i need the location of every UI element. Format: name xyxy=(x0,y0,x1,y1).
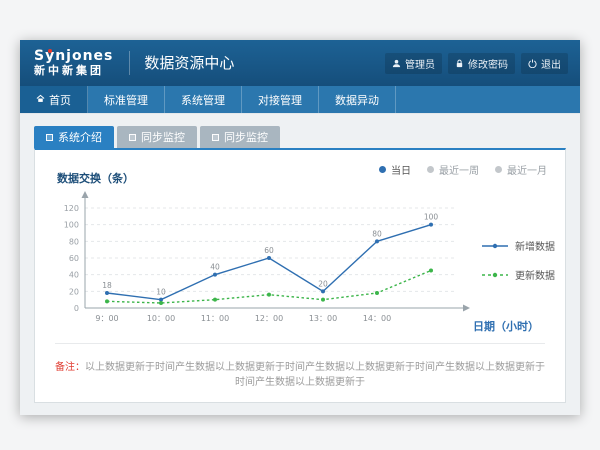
header-actions: 管理员 修改密码 退出 xyxy=(385,53,568,74)
svg-text:20: 20 xyxy=(318,279,328,288)
legend-series-update-data[interactable]: 更新数据 xyxy=(481,267,555,282)
filter-last-month[interactable]: 最近一月 xyxy=(495,162,547,177)
chart-panel: 当日 最近一周 最近一月 数据交换（条） 0 20 40 60 80 100 120 9：00… xyxy=(34,148,566,403)
svg-text:80: 80 xyxy=(372,229,382,238)
svg-text:60: 60 xyxy=(264,246,274,255)
svg-text:12：00: 12：00 xyxy=(255,314,283,323)
svg-text:11：00: 11：00 xyxy=(201,314,229,323)
tab-icon xyxy=(212,134,219,141)
nav-item-system-mgmt[interactable]: 系统管理 xyxy=(165,86,242,113)
home-icon xyxy=(36,93,45,106)
svg-text:9：00: 9：00 xyxy=(95,314,118,323)
footnote-text: 以上数据更新于时间产生数据以上数据更新于时间产生数据以上数据更新于时间产生数据以… xyxy=(85,362,545,388)
x-axis-label: 日期（小时） xyxy=(473,318,539,334)
legend-dot-icon xyxy=(379,166,386,173)
app-header: Synjones 新中新集团 数据资源中心 管理员 修改密码 退出 xyxy=(20,40,580,86)
power-icon xyxy=(528,59,537,68)
logo-text-en: Synjones xyxy=(34,49,113,64)
lock-icon xyxy=(455,59,464,68)
nav-item-label: 数据异动 xyxy=(335,92,379,108)
logo-text-cn: 新中新集团 xyxy=(34,65,113,77)
admin-user-button[interactable]: 管理员 xyxy=(385,53,442,74)
tab-sync-monitor-1[interactable]: 同步监控 xyxy=(117,126,197,148)
app-window: Synjones 新中新集团 数据资源中心 管理员 修改密码 退出 xyxy=(20,40,580,415)
content-area: 系统介绍 同步监控 同步监控 当日 最近一周 xyxy=(20,114,580,415)
logo: Synjones 新中新集团 xyxy=(34,49,113,76)
svg-text:100: 100 xyxy=(424,213,439,222)
nav-item-standard-mgmt[interactable]: 标准管理 xyxy=(88,86,165,113)
nav-item-home[interactable]: 首页 xyxy=(20,86,88,113)
tab-bar: 系统介绍 同步监控 同步监控 xyxy=(34,126,566,148)
logout-button[interactable]: 退出 xyxy=(521,53,568,74)
svg-text:20: 20 xyxy=(69,287,79,296)
line-chart: 0 20 40 60 80 100 120 9：00 10：00 11：00 12：00 13：00 1… xyxy=(51,190,481,340)
svg-text:0: 0 xyxy=(74,304,79,313)
footnote: 备注：以上数据更新于时间产生数据以上数据更新于时间产生数据以上数据更新于时间产生… xyxy=(55,343,545,388)
legend-dot-icon xyxy=(427,166,434,173)
svg-text:80: 80 xyxy=(69,237,79,246)
line-sample-icon xyxy=(481,270,509,280)
svg-text:100: 100 xyxy=(64,221,79,230)
nav-item-label: 标准管理 xyxy=(104,92,148,108)
change-password-button[interactable]: 修改密码 xyxy=(448,53,515,74)
y-axis-label: 数据交换（条） xyxy=(57,170,134,186)
line-sample-icon xyxy=(481,241,509,251)
footnote-label: 备注： xyxy=(55,362,85,373)
svg-text:14：00: 14：00 xyxy=(363,314,391,323)
tab-label: 同步监控 xyxy=(141,129,185,145)
nav-item-label: 对接管理 xyxy=(258,92,302,108)
series-label: 更新数据 xyxy=(515,267,555,282)
tab-system-intro[interactable]: 系统介绍 xyxy=(34,126,114,148)
nav-item-data-change[interactable]: 数据异动 xyxy=(319,86,396,113)
filter-last-week[interactable]: 最近一周 xyxy=(427,162,479,177)
page-title: 数据资源中心 xyxy=(129,51,234,75)
legend-series-new-data[interactable]: 新增数据 xyxy=(481,238,555,253)
tab-sync-monitor-2[interactable]: 同步监控 xyxy=(200,126,280,148)
nav-item-label: 首页 xyxy=(49,92,71,108)
filter-label: 当日 xyxy=(391,162,411,177)
main-nav: 首页 标准管理 系统管理 对接管理 数据异动 xyxy=(20,86,580,114)
svg-text:13：00: 13：00 xyxy=(309,314,337,323)
filter-label: 最近一周 xyxy=(439,162,479,177)
series-legend: 新增数据 更新数据 xyxy=(481,238,555,282)
chart-filter-legend: 当日 最近一周 最近一月 xyxy=(379,162,547,177)
svg-text:60: 60 xyxy=(69,254,79,263)
nav-item-connect-mgmt[interactable]: 对接管理 xyxy=(242,86,319,113)
svg-text:40: 40 xyxy=(69,271,79,280)
svg-text:10：00: 10：00 xyxy=(147,314,175,323)
filter-label: 最近一月 xyxy=(507,162,547,177)
svg-text:40: 40 xyxy=(210,263,220,272)
legend-dot-icon xyxy=(495,166,502,173)
series-label: 新增数据 xyxy=(515,238,555,253)
logout-label: 退出 xyxy=(541,56,561,71)
change-password-label: 修改密码 xyxy=(468,56,508,71)
tab-label: 同步监控 xyxy=(224,129,268,145)
tab-label: 系统介绍 xyxy=(58,129,102,145)
tab-icon xyxy=(46,134,53,141)
tab-icon xyxy=(129,134,136,141)
admin-user-label: 管理员 xyxy=(405,56,435,71)
filter-today[interactable]: 当日 xyxy=(379,162,411,177)
svg-text:18: 18 xyxy=(102,281,112,290)
nav-item-label: 系统管理 xyxy=(181,92,225,108)
svg-text:10: 10 xyxy=(156,288,166,297)
svg-text:120: 120 xyxy=(64,204,79,213)
user-icon xyxy=(392,59,401,68)
